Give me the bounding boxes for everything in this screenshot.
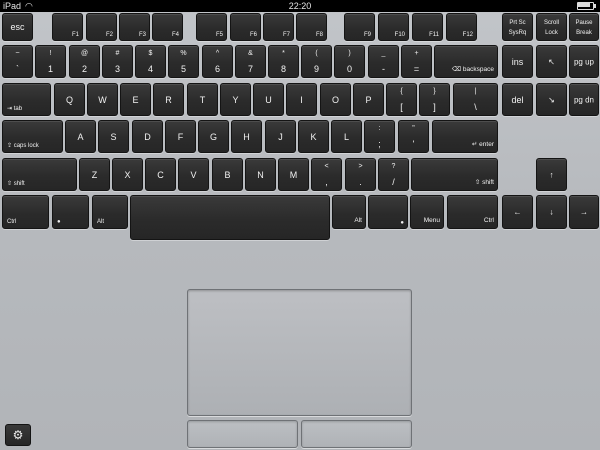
trackpad[interactable] xyxy=(187,289,412,416)
key-h[interactable]: H xyxy=(231,120,262,153)
key-k[interactable]: K xyxy=(298,120,329,153)
key-semicolon[interactable]: :; xyxy=(364,120,395,153)
key-9[interactable]: (9 xyxy=(301,45,332,78)
key-1[interactable]: ! 1 xyxy=(35,45,66,78)
key-f7[interactable]: F7 xyxy=(263,13,294,41)
trackpad-right-button[interactable] xyxy=(301,420,412,448)
key-arrow-down[interactable]: ↓ xyxy=(536,195,567,229)
key-w[interactable]: W xyxy=(87,83,118,116)
key-0[interactable]: ) 0 xyxy=(334,45,365,78)
key-s[interactable]: S xyxy=(98,120,129,153)
key-alt-left[interactable]: Alt xyxy=(92,195,128,229)
key-e[interactable]: E xyxy=(120,83,151,116)
key-pause[interactable]: Pause Break xyxy=(569,13,599,41)
key-tab[interactable]: ⇥ tab xyxy=(2,83,51,116)
key-prtsc[interactable]: Prt Sc SysRq xyxy=(502,13,533,41)
key-u[interactable]: U xyxy=(253,83,284,116)
key-equals[interactable]: + = xyxy=(401,45,432,78)
key-enter[interactable]: ↵ enter xyxy=(432,120,498,153)
key-minus[interactable]: _ - xyxy=(368,45,399,78)
key-f10[interactable]: F10 xyxy=(378,13,409,41)
key-f3[interactable]: F3 xyxy=(119,13,150,41)
key-backspace[interactable]: ⌫ backspace xyxy=(434,45,498,78)
key-f1[interactable]: F1 xyxy=(52,13,83,41)
apple-icon: ● xyxy=(57,219,61,225)
key-5[interactable]: % 5 xyxy=(168,45,199,78)
clock: 22:20 xyxy=(288,1,312,11)
key-i[interactable]: I xyxy=(286,83,317,116)
key-tilde[interactable]: ~ ` xyxy=(2,45,33,78)
key-shift-right[interactable]: ⇧ shift xyxy=(411,158,498,191)
key-cmd-right[interactable]: ● xyxy=(368,195,408,229)
key-pgdn[interactable]: pg dn xyxy=(569,83,599,116)
key-f12[interactable]: F12 xyxy=(446,13,477,41)
key-t[interactable]: T xyxy=(187,83,218,116)
key-ctrl-right[interactable]: Ctrl xyxy=(447,195,498,229)
key-cmd-left[interactable]: ● xyxy=(52,195,89,229)
key-home[interactable]: ↖ xyxy=(536,45,567,78)
key-f8[interactable]: F8 xyxy=(296,13,327,41)
key-l[interactable]: L xyxy=(331,120,362,153)
key-2[interactable]: @2 xyxy=(69,45,100,78)
key-v[interactable]: V xyxy=(178,158,209,191)
key-caps-lock[interactable]: ⇪ caps lock xyxy=(2,120,63,153)
key-backslash[interactable]: | \ xyxy=(453,83,498,116)
key-quote[interactable]: " ' xyxy=(398,120,429,153)
key-f6[interactable]: F6 xyxy=(230,13,261,41)
key-arrow-left[interactable]: ← xyxy=(502,195,533,229)
key-arrow-right[interactable]: → xyxy=(569,195,599,229)
key-p[interactable]: P xyxy=(353,83,384,116)
key-m[interactable]: M xyxy=(278,158,309,191)
key-f5[interactable]: F5 xyxy=(196,13,227,41)
key-pgup[interactable]: pg up xyxy=(569,45,599,78)
key-rbracket[interactable]: }] xyxy=(419,83,450,116)
key-arrow-up[interactable]: ↑ xyxy=(536,158,567,191)
key-ctrl-left[interactable]: Ctrl xyxy=(2,195,49,229)
key-q[interactable]: Q xyxy=(54,83,85,116)
key-f9[interactable]: F9 xyxy=(344,13,375,41)
key-shift-left[interactable]: ⇧ shift xyxy=(2,158,77,191)
key-del[interactable]: del xyxy=(502,83,533,116)
key-z[interactable]: Z xyxy=(79,158,110,191)
key-f[interactable]: F xyxy=(165,120,196,153)
key-x[interactable]: X xyxy=(112,158,143,191)
key-f4[interactable]: F4 xyxy=(152,13,183,41)
battery-icon xyxy=(577,2,597,10)
key-scroll-lock[interactable]: Scroll Lock xyxy=(536,13,567,41)
key-alt-right[interactable]: Alt xyxy=(332,195,366,229)
key-b[interactable]: B xyxy=(212,158,243,191)
key-4[interactable]: $4 xyxy=(135,45,166,78)
key-ins[interactable]: ins xyxy=(502,45,533,78)
status-bar: iPad ◠ 22:20 xyxy=(0,0,600,12)
key-period[interactable]: >. xyxy=(345,158,376,191)
key-c[interactable]: C xyxy=(145,158,176,191)
key-j[interactable]: J xyxy=(265,120,296,153)
key-y[interactable]: Y xyxy=(220,83,251,116)
key-r[interactable]: R xyxy=(153,83,184,116)
key-f2[interactable]: F2 xyxy=(86,13,117,41)
key-6[interactable]: ^ 6 xyxy=(202,45,233,78)
key-g[interactable]: G xyxy=(198,120,229,153)
key-8[interactable]: * 8 xyxy=(268,45,299,78)
key-3[interactable]: #3 xyxy=(102,45,133,78)
apple-icon: ● xyxy=(400,220,404,226)
key-n[interactable]: N xyxy=(245,158,276,191)
key-7[interactable]: & 7 xyxy=(235,45,266,78)
key-slash[interactable]: ? / xyxy=(378,158,409,191)
key-a[interactable]: A xyxy=(65,120,96,153)
key-d[interactable]: D xyxy=(132,120,163,153)
trackpad-left-button[interactable] xyxy=(187,420,298,448)
gear-icon: ⚙ xyxy=(12,428,24,442)
key-end[interactable]: ↘ xyxy=(536,83,567,116)
key-f11[interactable]: F11 xyxy=(412,13,443,41)
key-comma[interactable]: <, xyxy=(311,158,342,191)
key-esc[interactable]: esc xyxy=(2,13,33,41)
key-space[interactable] xyxy=(130,195,330,240)
key-o[interactable]: O xyxy=(320,83,351,116)
settings-button[interactable]: ⚙ xyxy=(5,424,31,446)
key-lbracket[interactable]: {[ xyxy=(386,83,417,116)
key-menu[interactable]: Menu xyxy=(410,195,444,229)
